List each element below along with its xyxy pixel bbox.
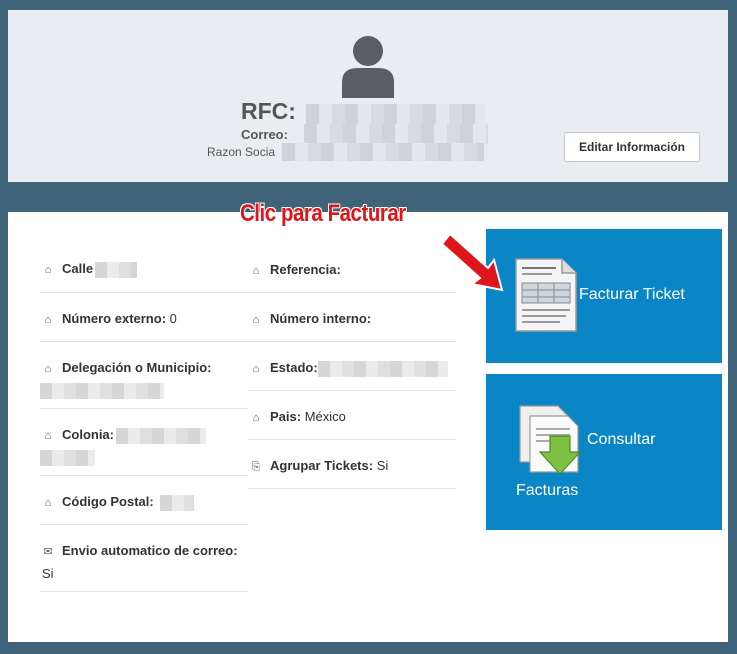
correo-value-redacted bbox=[304, 124, 488, 144]
home-icon: ⌂ bbox=[252, 412, 260, 424]
field-calle: ⌂ Calle bbox=[42, 261, 138, 278]
facturas-label: Facturas bbox=[516, 482, 579, 499]
razon-social-value-redacted bbox=[282, 143, 484, 161]
divider bbox=[40, 524, 248, 525]
consultar-facturas-tile[interactable]: Consultar Facturas bbox=[486, 374, 722, 530]
home-icon: ⌂ bbox=[44, 314, 52, 326]
divider bbox=[248, 390, 456, 391]
calle-value-redacted bbox=[95, 261, 138, 278]
colonia-value-redacted bbox=[116, 427, 206, 444]
field-referencia: ⌂ Referencia: bbox=[250, 262, 341, 277]
divider bbox=[248, 439, 456, 440]
codigo-postal-value-redacted bbox=[159, 494, 194, 511]
divider bbox=[40, 341, 248, 342]
home-icon: ⌂ bbox=[44, 497, 52, 509]
documents-download-icon bbox=[519, 405, 582, 475]
envio-automatico-value: Si bbox=[42, 566, 54, 581]
rfc-value-redacted bbox=[306, 104, 486, 126]
delegacion-value-redacted bbox=[40, 383, 164, 399]
divider bbox=[40, 475, 248, 476]
red-arrow-icon bbox=[442, 232, 504, 292]
facturar-ticket-tile[interactable]: Facturar Ticket bbox=[486, 229, 722, 363]
estado-value-redacted bbox=[317, 360, 448, 377]
rfc-label: RFC: bbox=[241, 98, 296, 124]
colonia-value-redacted-2 bbox=[40, 450, 95, 466]
clic-para-facturar-annotation: Clic para Facturar bbox=[240, 200, 406, 227]
divider bbox=[40, 408, 248, 409]
facturar-ticket-label: Facturar Ticket bbox=[579, 286, 685, 303]
divider bbox=[248, 292, 456, 293]
field-numero-interno: ⌂ Número interno: bbox=[250, 311, 371, 326]
invoice-document-icon bbox=[515, 258, 577, 332]
home-icon: ⌂ bbox=[44, 264, 52, 276]
paperclip-icon: ⎘ bbox=[251, 461, 261, 473]
home-icon: ⌂ bbox=[252, 314, 260, 326]
field-delegacion: ⌂ Delegación o Municipio: bbox=[42, 360, 212, 375]
consultar-label: Consultar bbox=[587, 431, 656, 448]
envelope-icon: ✉ bbox=[43, 546, 53, 558]
field-codigo-postal: ⌂ Código Postal: bbox=[42, 494, 194, 511]
field-pais: ⌂ Pais: México bbox=[250, 409, 346, 424]
user-avatar-icon bbox=[342, 36, 394, 98]
field-colonia: ⌂ Colonia: bbox=[42, 427, 206, 444]
field-envio-automatico: ✉ Envio automatico de correo: bbox=[43, 543, 238, 558]
home-icon: ⌂ bbox=[252, 363, 260, 375]
edit-info-button[interactable]: Editar Información bbox=[564, 132, 700, 162]
divider bbox=[248, 341, 456, 342]
divider bbox=[40, 292, 248, 293]
home-icon: ⌂ bbox=[44, 430, 52, 442]
divider bbox=[248, 488, 456, 489]
correo-label: Correo: bbox=[241, 127, 288, 142]
home-icon: ⌂ bbox=[252, 265, 260, 277]
home-icon: ⌂ bbox=[44, 363, 52, 375]
field-agrupar-tickets: ⎘ Agrupar Tickets: Si bbox=[251, 458, 389, 473]
divider bbox=[40, 591, 248, 592]
field-estado: ⌂ Estado: bbox=[250, 360, 448, 377]
field-numero-externo: ⌂ Número externo: 0 bbox=[42, 311, 177, 326]
razon-social-label: Razon Socia bbox=[207, 145, 276, 159]
